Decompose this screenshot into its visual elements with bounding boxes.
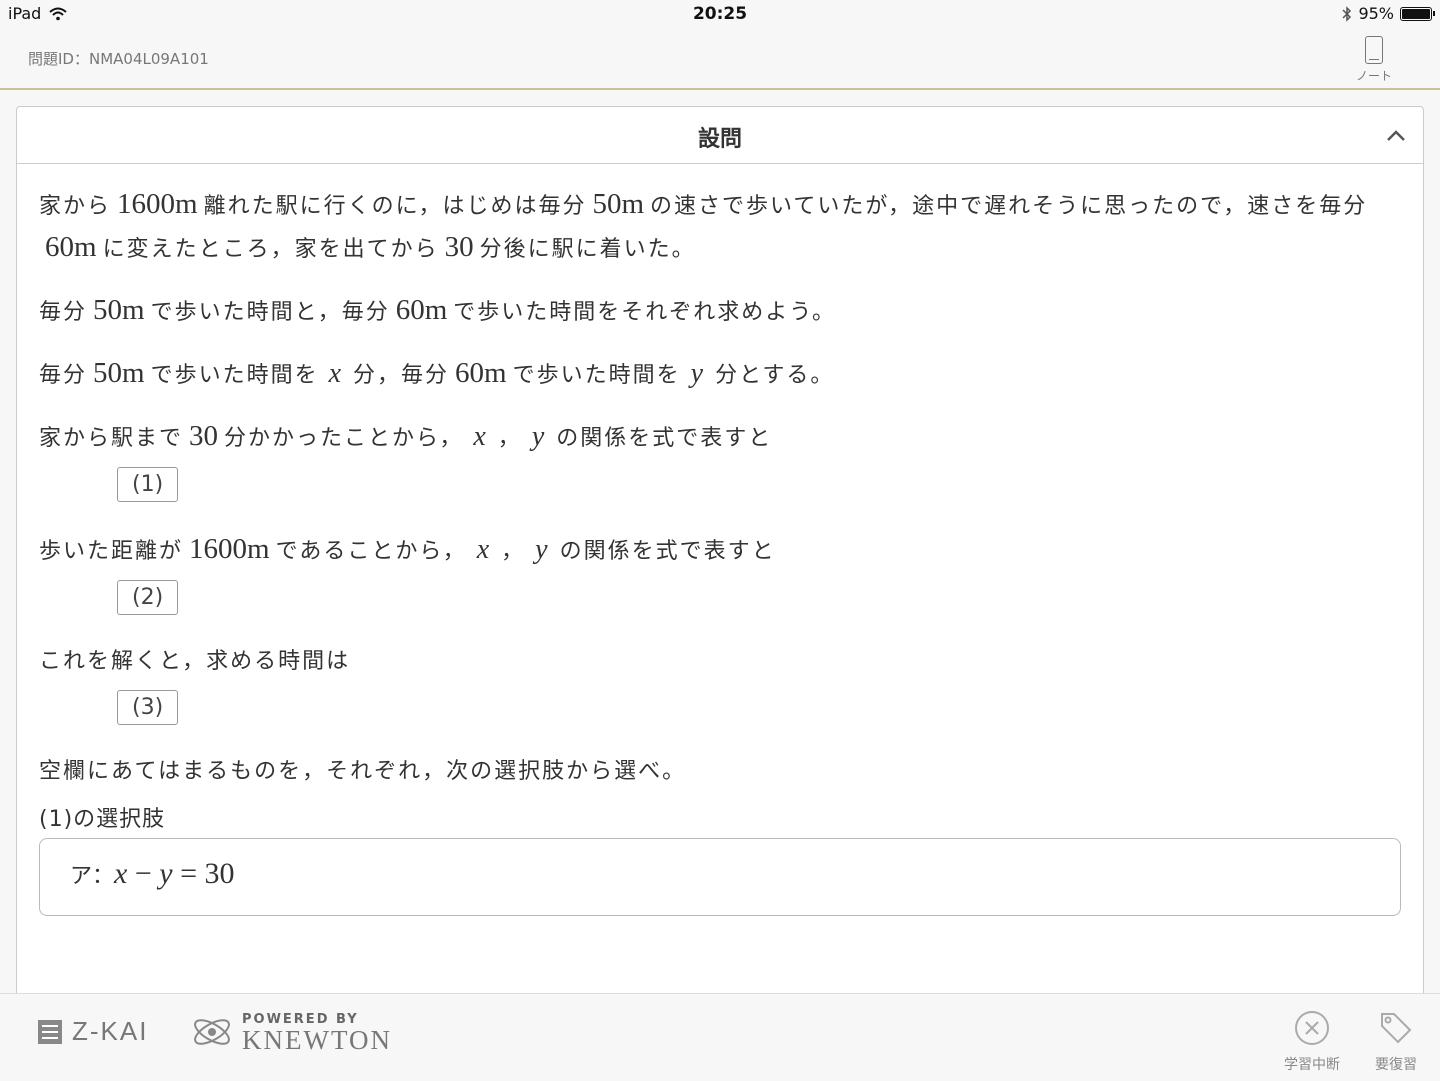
number: 50m xyxy=(93,357,145,389)
problem-statement: 家から 1600m 離れた駅に行くのに，はじめは毎分 50m の速さで歩いていたが，途中… xyxy=(39,184,1401,270)
task-statement: 毎分 50m で歩いた時間と，毎分 60m で歩いた時間をそれぞれ求めよう。 xyxy=(39,290,1401,333)
text: ， xyxy=(497,426,522,451)
number: 1600m xyxy=(117,188,198,220)
time-relation-statement: 家から駅まで 30 分かかったことから， x ， y の関係を式で表すと xyxy=(39,416,1401,459)
text: で歩いた時間と，毎分 xyxy=(150,300,390,325)
battery-icon xyxy=(1400,6,1435,21)
number: 1600m xyxy=(189,533,270,565)
variable-x: x xyxy=(328,358,344,389)
tablet-icon xyxy=(1365,36,1383,64)
clock: 20:25 xyxy=(692,4,748,24)
text: の関係を式で表すと xyxy=(556,426,773,451)
choice-math: x − y = 30 xyxy=(114,857,235,890)
solve-statement: これを解くと，求める時間は xyxy=(39,649,351,674)
text: で歩いた時間を xyxy=(512,363,681,388)
instruction: 空欄にあてはまるものを，それぞれ，次の選択肢から選べ。 xyxy=(39,759,687,784)
knewton-atom-icon xyxy=(194,1019,230,1045)
card-body: 家から 1600m 離れた駅に行くのに，はじめは毎分 50m の速さで歩いていたが，途中… xyxy=(17,184,1423,916)
number: 30 xyxy=(189,420,219,452)
blank-row-1: (1) xyxy=(39,459,1401,529)
close-circle-icon xyxy=(1295,1011,1329,1045)
text: であることから， xyxy=(275,539,467,564)
text: 歩いた距離が xyxy=(39,539,184,564)
chevron-up-icon[interactable] xyxy=(1385,125,1407,147)
text: の関係を式で表すと xyxy=(559,539,776,564)
card-header: 設問 xyxy=(17,107,1423,164)
review-tag-button[interactable]: 要復習 xyxy=(1356,1010,1436,1074)
status-bar: iPad 20:25 95% xyxy=(0,0,1440,28)
blank-row-3: (3) xyxy=(39,682,1401,752)
text: で歩いた時間を xyxy=(150,363,319,388)
choice-option-a[interactable]: ア：x − y = 30 xyxy=(39,838,1401,916)
text: 分後に駅に着いた。 xyxy=(479,237,696,262)
battery-percent: 95% xyxy=(1358,4,1394,23)
answer-blank-2[interactable]: (2) xyxy=(117,580,179,615)
variable-x: x xyxy=(476,534,492,565)
text: で歩いた時間をそれぞれ求めよう。 xyxy=(453,300,836,325)
text: 毎分 xyxy=(39,363,88,388)
app-footer: Z-KAI POWERED BY KNEWTON 学習中断 要復習 xyxy=(0,993,1440,1081)
note-button[interactable]: ノート xyxy=(1354,36,1394,84)
minus-sign: − xyxy=(127,857,160,890)
number: 50m xyxy=(592,188,645,220)
problem-id: 問題ID：NMA04L09A101 xyxy=(28,50,209,68)
text: に変えたところ，家を出てから xyxy=(102,237,439,262)
answer-blank-3[interactable]: (3) xyxy=(117,690,179,725)
text: 分かかったことから， xyxy=(224,426,464,451)
variable-definition: 毎分 50m で歩いた時間を x 分，毎分 60m で歩いた時間を y 分とする。 xyxy=(39,353,1401,396)
choice-option-a-text: ア：x − y = 30 xyxy=(70,857,235,891)
note-label: ノート xyxy=(1355,69,1392,83)
question-card: 設問 家から 1600m 離れた駅に行くのに，はじめは毎分 50m の速さで歩いていたが… xyxy=(16,106,1424,993)
text: 家から駅まで xyxy=(39,426,184,451)
text: 家から xyxy=(39,194,112,219)
number: 60m xyxy=(455,357,507,389)
choice-section-label: (1)の選択肢 xyxy=(39,807,166,832)
number: 60m xyxy=(395,294,448,326)
tag-icon xyxy=(1381,1013,1412,1044)
zkai-logo: Z-KAI xyxy=(38,1016,148,1047)
text: 離れた駅に行くのに，はじめは毎分 xyxy=(203,194,587,219)
text: 毎分 xyxy=(39,300,88,325)
content-area[interactable]: 設問 家から 1600m 離れた駅に行くのに，はじめは毎分 50m の速さで歩いていたが… xyxy=(0,90,1440,993)
number: 30 xyxy=(444,231,474,263)
text: 分とする。 xyxy=(715,363,835,388)
choice-prefix: ア： xyxy=(70,864,115,889)
variable-y: y xyxy=(531,421,547,452)
text: 分，毎分 xyxy=(353,363,450,388)
number: 60m xyxy=(45,231,97,263)
card-title: 設問 xyxy=(697,127,742,152)
text: の速さで歩いていたが，途中で遅れそうに思ったので，速さを毎分 xyxy=(650,194,1368,219)
answer-blank-1[interactable]: (1) xyxy=(117,467,179,502)
equation-rhs: = 30 xyxy=(172,857,235,890)
zkai-mark-icon xyxy=(38,1019,62,1044)
blank-row-2: (2) xyxy=(39,572,1401,642)
variable-y: y xyxy=(535,534,550,565)
review-label: 要復習 xyxy=(1375,1057,1417,1073)
variable-x: x xyxy=(473,421,488,452)
zkai-text: Z-KAI xyxy=(72,1016,149,1046)
knewton-text: KNEWTON xyxy=(242,1024,392,1055)
app-header: 問題ID：NMA04L09A101 ノート xyxy=(0,28,1440,90)
knewton-logo: POWERED BY KNEWTON xyxy=(190,1010,392,1054)
variable-x: x xyxy=(114,857,128,890)
distance-relation-statement: 歩いた距離が 1600m であることから， x ， y の関係を式で表すと xyxy=(39,529,1401,572)
text: ， xyxy=(501,539,526,564)
pause-study-button[interactable]: 学習中断 xyxy=(1272,1010,1352,1074)
pause-study-label: 学習中断 xyxy=(1284,1057,1340,1073)
number: 50m xyxy=(93,294,145,326)
variable-y: y xyxy=(159,857,173,890)
bluetooth-icon xyxy=(1342,5,1352,22)
variable-y: y xyxy=(690,358,706,389)
status-right: 95% xyxy=(1342,4,1435,23)
